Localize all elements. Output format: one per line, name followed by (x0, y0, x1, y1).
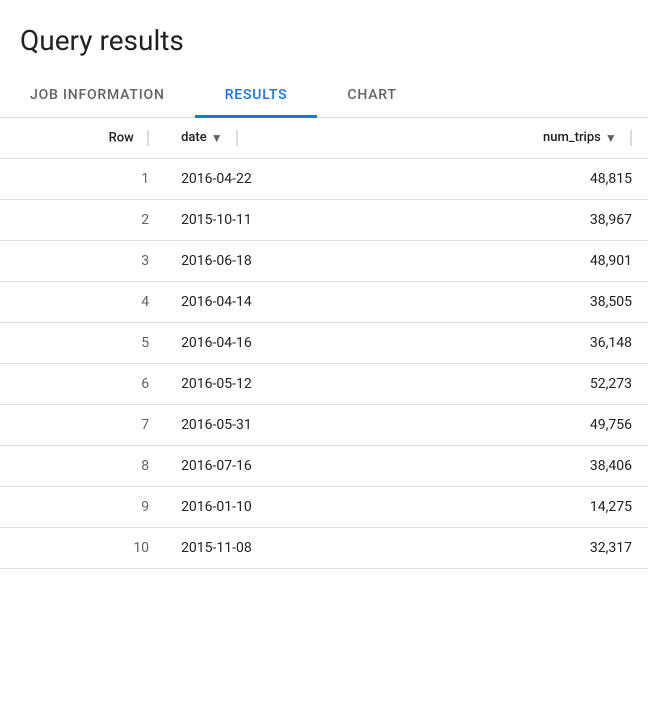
cell-num-trips: 49,756 (387, 405, 648, 446)
table-row: 12016-04-2248,815 (0, 159, 648, 200)
resize-handle-row[interactable] (141, 130, 149, 146)
results-table: Row date ▼ num_trips ▼ (0, 118, 648, 569)
table-row: 22015-10-1138,967 (0, 200, 648, 241)
table-row: 52016-04-1636,148 (0, 323, 648, 364)
tab-chart[interactable]: CHART (317, 73, 426, 117)
tab-results[interactable]: RESULTS (195, 73, 318, 117)
tabs-bar: JOB INFORMATION RESULTS CHART (0, 73, 648, 118)
cell-num-trips: 38,406 (387, 446, 648, 487)
resize-handle-num-trips[interactable] (624, 130, 632, 146)
sort-icon-num-trips[interactable]: ▼ (605, 131, 617, 145)
cell-date: 2016-04-16 (165, 323, 387, 364)
cell-date: 2015-11-08 (165, 528, 387, 569)
cell-row-number: 7 (0, 405, 165, 446)
cell-date: 2016-05-31 (165, 405, 387, 446)
cell-num-trips: 38,505 (387, 282, 648, 323)
cell-row-number: 1 (0, 159, 165, 200)
results-table-wrapper: Row date ▼ num_trips ▼ (0, 118, 648, 569)
cell-row-number: 3 (0, 241, 165, 282)
cell-date: 2016-06-18 (165, 241, 387, 282)
cell-num-trips: 32,317 (387, 528, 648, 569)
cell-num-trips: 48,815 (387, 159, 648, 200)
cell-row-number: 2 (0, 200, 165, 241)
cell-num-trips: 38,967 (387, 200, 648, 241)
cell-date: 2016-04-14 (165, 282, 387, 323)
cell-date: 2016-07-16 (165, 446, 387, 487)
col-header-num-trips: num_trips ▼ (387, 118, 648, 159)
table-body: 12016-04-2248,81522015-10-1138,96732016-… (0, 159, 648, 569)
cell-date: 2015-10-11 (165, 200, 387, 241)
table-row: 102015-11-0832,317 (0, 528, 648, 569)
cell-row-number: 4 (0, 282, 165, 323)
cell-num-trips: 48,901 (387, 241, 648, 282)
sort-icon-date[interactable]: ▼ (211, 131, 223, 145)
cell-date: 2016-04-22 (165, 159, 387, 200)
table-row: 92016-01-1014,275 (0, 487, 648, 528)
table-header-row: Row date ▼ num_trips ▼ (0, 118, 648, 159)
tab-job-information[interactable]: JOB INFORMATION (0, 73, 195, 117)
page-title: Query results (0, 0, 648, 73)
resize-handle-date[interactable] (230, 130, 238, 146)
cell-num-trips: 36,148 (387, 323, 648, 364)
cell-row-number: 5 (0, 323, 165, 364)
cell-date: 2016-05-12 (165, 364, 387, 405)
cell-row-number: 10 (0, 528, 165, 569)
cell-num-trips: 52,273 (387, 364, 648, 405)
cell-row-number: 8 (0, 446, 165, 487)
table-row: 62016-05-1252,273 (0, 364, 648, 405)
cell-date: 2016-01-10 (165, 487, 387, 528)
table-row: 82016-07-1638,406 (0, 446, 648, 487)
col-header-row: Row (0, 118, 165, 159)
cell-row-number: 6 (0, 364, 165, 405)
table-row: 72016-05-3149,756 (0, 405, 648, 446)
cell-num-trips: 14,275 (387, 487, 648, 528)
table-row: 32016-06-1848,901 (0, 241, 648, 282)
col-header-date: date ▼ (165, 118, 387, 159)
table-row: 42016-04-1438,505 (0, 282, 648, 323)
cell-row-number: 9 (0, 487, 165, 528)
